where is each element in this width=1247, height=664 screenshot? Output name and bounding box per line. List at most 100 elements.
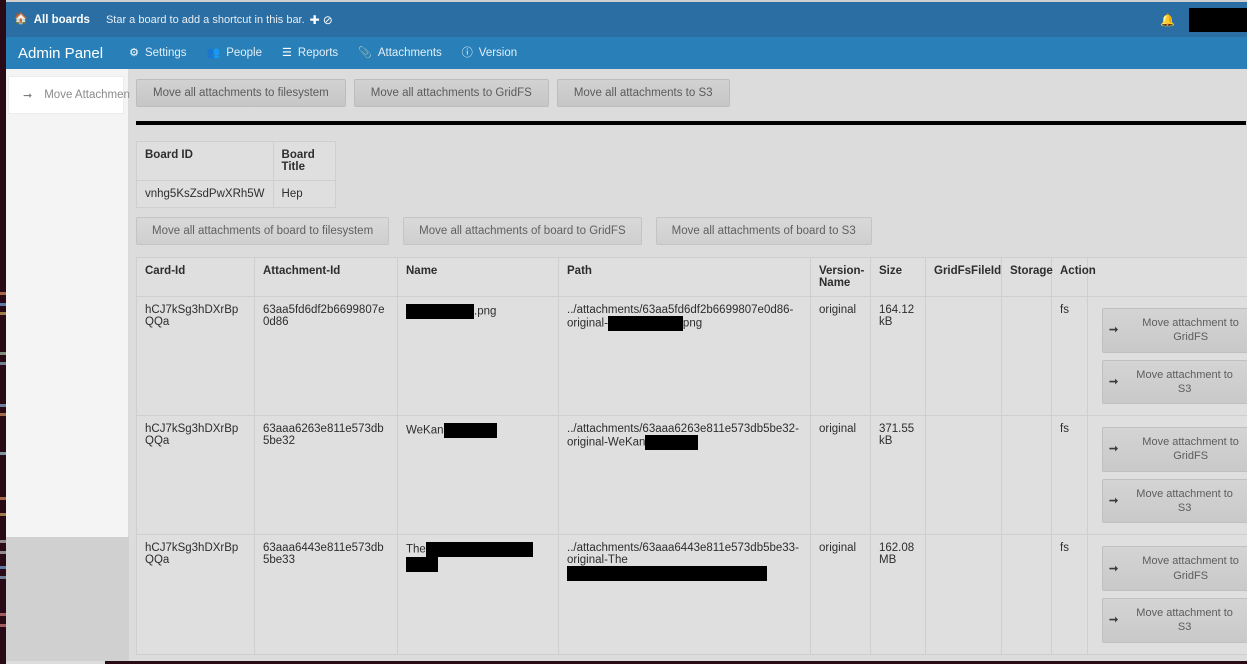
tab-settings[interactable]: ⚙ Settings [129, 47, 186, 59]
bell-icon[interactable]: 🔔 [1160, 13, 1175, 27]
move-all-to-filesystem-button[interactable]: Move all attachments to filesystem [136, 79, 346, 107]
table-row: hCJ7kSg3hDXrBpQQa63aa5fd6df2b6699807e0d8… [137, 297, 1247, 416]
info-icon: ⓘ [462, 48, 473, 59]
move-board-to-gridfs-button[interactable]: Move all attachments of board to GridFS [403, 217, 641, 245]
collapsed-boards-strip[interactable] [0, 0, 6, 664]
board-id-cell: vnhg5KsZsdPwXRh5W [137, 181, 274, 208]
path-suffix: png [683, 318, 702, 330]
th-name: Name [398, 258, 559, 297]
move-cross-icon[interactable]: ✚ [310, 13, 320, 27]
cell-action: fs [1052, 297, 1088, 416]
arrow-right-icon: ➞ [1109, 323, 1118, 337]
board-move-buttons: Move all attachments of board to filesys… [130, 208, 1247, 245]
th-gridfsfileid: GridFsFileId [926, 258, 1002, 297]
row-move-to-gridfs-button[interactable]: ➞ Move attachment to GridFS [1102, 546, 1247, 591]
row-move-to-gridfs-button[interactable]: ➞ Move attachment to GridFS [1102, 308, 1247, 353]
section-divider [136, 121, 1246, 125]
cell-path: ../attachments/63aa5fd6df2b6699807e0d86-… [559, 297, 811, 416]
attachments-table-body: hCJ7kSg3hDXrBpQQa63aa5fd6df2b6699807e0d8… [137, 297, 1247, 655]
admin-panel-page: 🏠 All boards Star a board to add a short… [0, 0, 1247, 664]
cell-gridfsfileid [926, 416, 1002, 535]
all-boards-link[interactable]: 🏠 All boards [14, 14, 90, 26]
board-table-header-board-id: Board ID [137, 142, 274, 181]
cell-row-buttons: ➞Move attachment to GridFS ➞Move attachme… [1088, 416, 1247, 535]
th-card-id: Card-Id [137, 258, 255, 297]
name-suffix: .png [474, 306, 496, 318]
tab-reports[interactable]: ☰ Reports [282, 47, 338, 59]
redacted-text [567, 566, 767, 581]
tab-settings-label: Settings [145, 47, 187, 59]
row-move-to-s3-button[interactable]: ➞Move attachment to S3 [1102, 479, 1247, 524]
cell-version-name: original [811, 416, 871, 535]
name-prefix: The [406, 544, 426, 556]
cell-storage [1002, 535, 1052, 654]
attachments-table: Card-Id Attachment-Id Name Path Version-… [136, 257, 1247, 655]
cell-card-id: hCJ7kSg3hDXrBpQQa [137, 297, 255, 416]
cell-path: ../attachments/63aaa6263e811e573db5be32-… [559, 416, 811, 535]
row-move-to-gridfs-label: Move attachment to GridFS [1128, 316, 1247, 345]
row-move-to-s3-label: Move attachment to S3 [1128, 487, 1241, 516]
page-title: Admin Panel [18, 45, 103, 62]
cell-path: ../attachments/63aaa6443e811e573db5be33-… [559, 535, 811, 654]
board-table-header-board-title: Board Title [273, 142, 335, 181]
content-area: Move all attachments to filesystem Move … [130, 69, 1247, 664]
redacted-text [645, 435, 698, 450]
redacted-text [608, 316, 683, 331]
body-area: ➞ Move Attachment Move all attachments t… [0, 69, 1247, 664]
cell-name: .png [398, 297, 559, 416]
row-move-to-gridfs-label: Move attachment to GridFS [1128, 435, 1247, 464]
row-move-to-gridfs-button[interactable]: ➞Move attachment to GridFS [1102, 427, 1247, 472]
arrow-right-icon: ➞ [23, 89, 32, 102]
member-menu-redacted[interactable] [1189, 8, 1247, 32]
move-board-to-s3-button[interactable]: Move all attachments of board to S3 [656, 217, 872, 245]
cell-action: fs [1052, 416, 1088, 535]
tab-version-label: Version [479, 47, 517, 59]
table-row: hCJ7kSg3hDXrBpQQa63aaa6263e811e573db5be3… [137, 416, 1247, 535]
table-row: vnhg5KsZsdPwXRh5W Hep [137, 181, 336, 208]
name-prefix: WeKan [406, 425, 444, 437]
path-text: ../attachments/63aaa6443e811e573db5be33-… [567, 542, 799, 566]
redacted-text [406, 557, 438, 572]
admin-panel-bar: Admin Panel ⚙ Settings 👥 People ☰ Report… [0, 37, 1247, 69]
cell-attachment-id: 63aa5fd6df2b6699807e0d86 [255, 297, 398, 416]
th-path: Path [559, 258, 811, 297]
cell-version-name: original [811, 535, 871, 654]
tab-attachments[interactable]: 📎 Attachments [358, 47, 442, 59]
cell-version-name: original [811, 297, 871, 416]
tab-reports-label: Reports [298, 47, 338, 59]
sidebar-item-label: Move Attachment [44, 89, 133, 101]
top-bar-right-group: 🔔 [1160, 2, 1247, 37]
row-move-to-s3-label: Move attachment to S3 [1128, 606, 1241, 635]
cell-size: 162.08 MB [871, 535, 926, 654]
sidebar-bottom-filler [4, 537, 129, 661]
row-move-to-s3-button[interactable]: ➞Move attachment to S3 [1102, 598, 1247, 643]
all-boards-label: All boards [34, 14, 90, 26]
path-prefix: WeKan [608, 437, 646, 449]
star-hint-text: Star a board to add a shortcut in this b… [106, 14, 305, 26]
cell-card-id: hCJ7kSg3hDXrBpQQa [137, 416, 255, 535]
th-attachment-id: Attachment-Id [255, 258, 398, 297]
sidebar: ➞ Move Attachment [4, 69, 129, 537]
row-move-to-gridfs-label: Move attachment to GridFS [1128, 554, 1247, 583]
th-version-name: Version-Name [811, 258, 871, 297]
arrow-right-icon: ➞ [1109, 375, 1118, 389]
cell-size: 371.55 kB [871, 416, 926, 535]
arrow-right-icon: ➞ [1109, 562, 1118, 576]
move-all-to-gridfs-button[interactable]: Move all attachments to GridFS [354, 79, 549, 107]
top-header-bar: 🏠 All boards Star a board to add a short… [0, 0, 1247, 37]
tab-version[interactable]: ⓘ Version [462, 47, 517, 59]
sidebar-item-move-attachment[interactable]: ➞ Move Attachment [8, 76, 124, 114]
attachments-table-header-row: Card-Id Attachment-Id Name Path Version-… [137, 258, 1247, 297]
board-table-header-row: Board ID Board Title [137, 142, 336, 181]
cell-row-buttons: ➞ Move attachment to GridFS ➞Move attachme… [1088, 535, 1247, 654]
table-row: hCJ7kSg3hDXrBpQQa63aaa6443e811e573db5be3… [137, 535, 1247, 654]
th-buttons [1088, 258, 1247, 297]
move-all-to-s3-button[interactable]: Move all attachments to S3 [557, 79, 730, 107]
move-board-to-filesystem-button[interactable]: Move all attachments of board to filesys… [136, 217, 389, 245]
cell-attachment-id: 63aaa6263e811e573db5be32 [255, 416, 398, 535]
row-move-to-s3-button[interactable]: ➞Move attachment to S3 [1102, 360, 1247, 405]
tab-people[interactable]: 👥 People [207, 47, 263, 59]
no-entry-icon[interactable]: ⊘ [323, 13, 333, 27]
cell-gridfsfileid [926, 297, 1002, 416]
list-icon: ☰ [282, 48, 292, 59]
